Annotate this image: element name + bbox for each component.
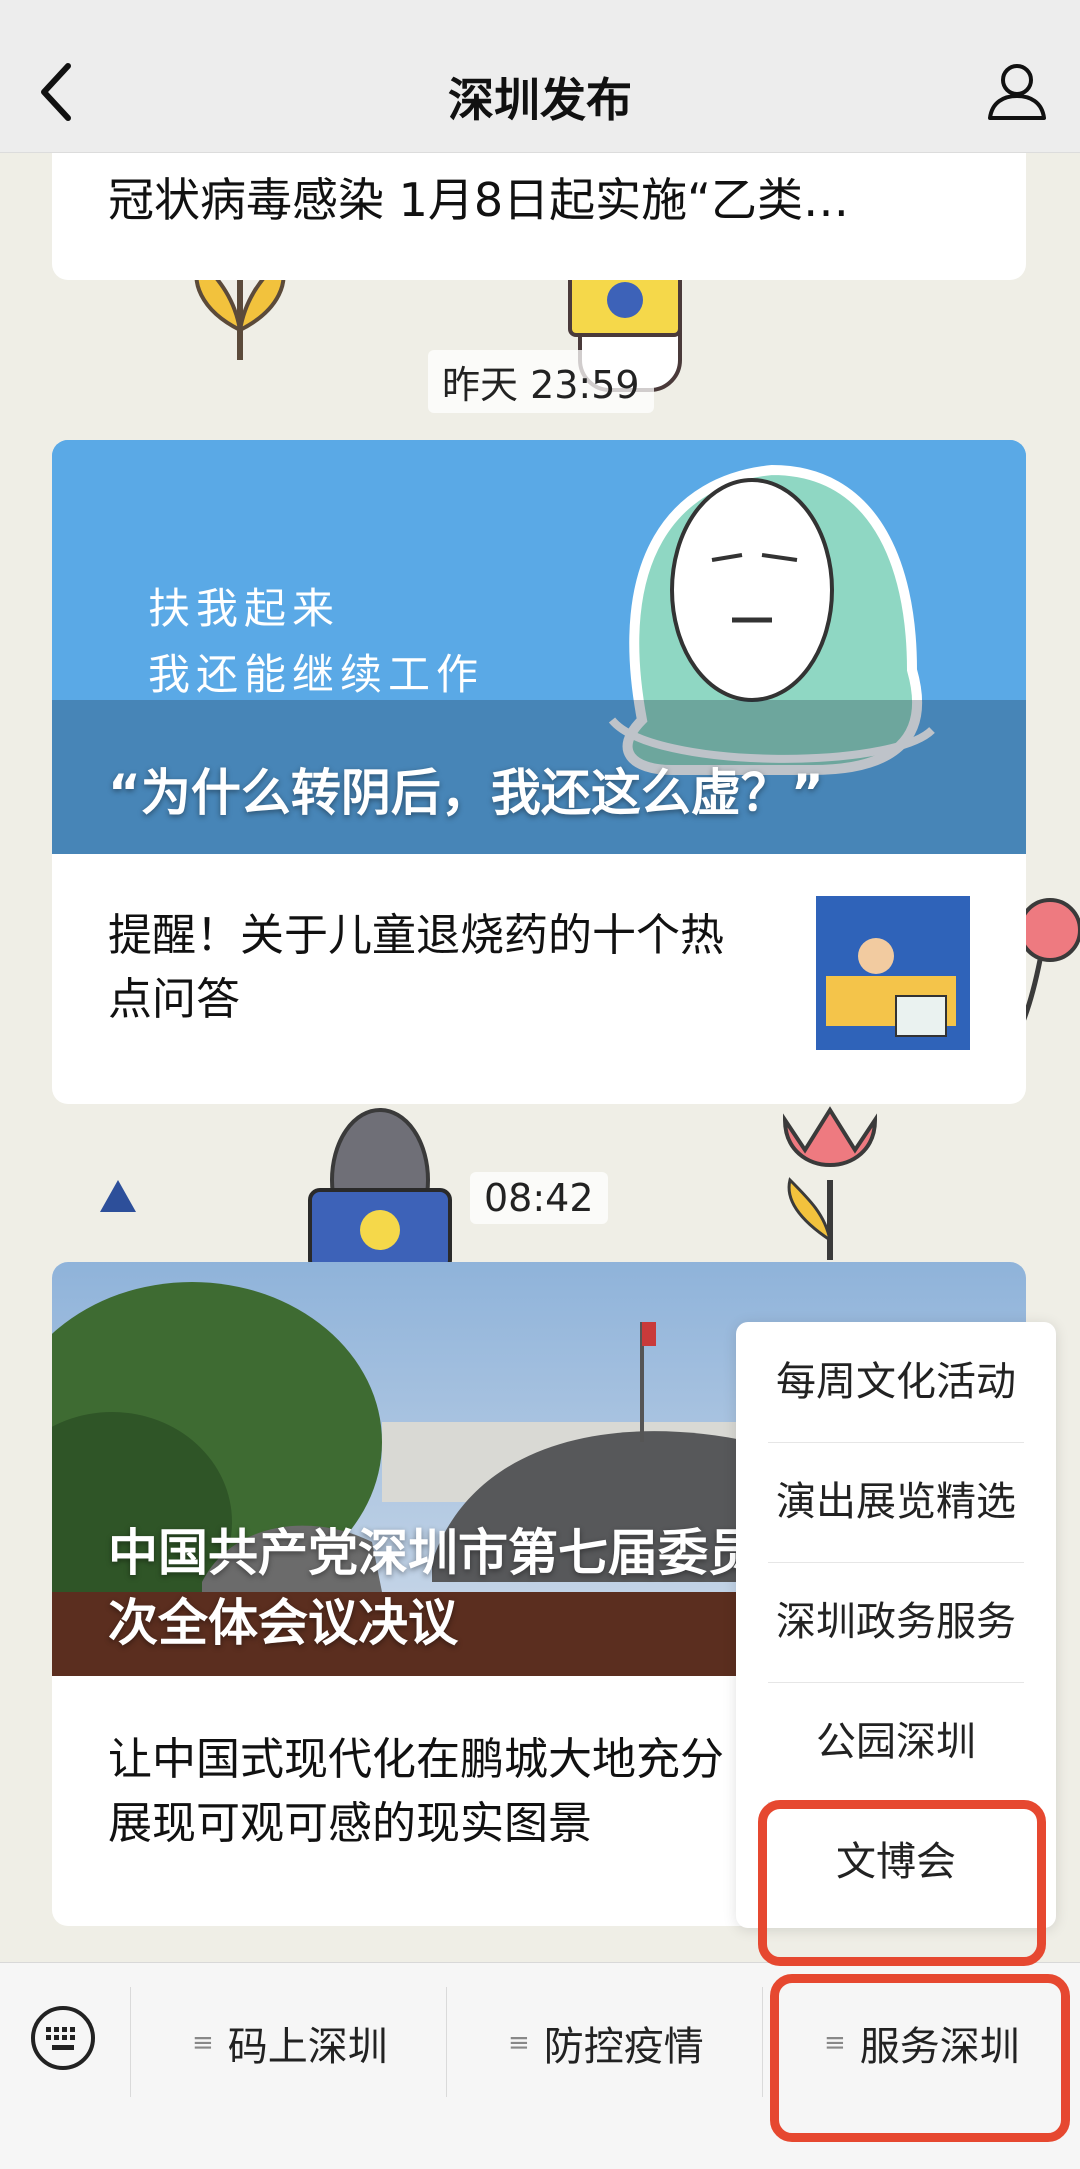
- menu-lines-icon: ≡: [192, 2028, 214, 2058]
- hero-caption-line1: 扶我起来: [148, 584, 341, 633]
- menu-item-gov-services[interactable]: 深圳政务服务: [768, 1562, 1024, 1683]
- tulip-doodle-icon: [782, 1106, 878, 1260]
- highlight-box-menu-item: [758, 1800, 1046, 1966]
- timestamp: 08:42: [470, 1172, 608, 1224]
- user-icon[interactable]: [984, 58, 1050, 124]
- hero-image[interactable]: 扶我起来 我还能继续工作 “为什么转阴后，我还这么虚？”: [52, 440, 1026, 854]
- timestamp: 昨天 23:59: [428, 350, 654, 413]
- menu-item-parks[interactable]: 公园深圳: [768, 1682, 1024, 1803]
- sub-article-title[interactable]: 提醒！关于儿童退烧药的十个热 点问答: [108, 904, 808, 1032]
- divider: [762, 1987, 763, 2097]
- sub-article-line1: 提醒！关于儿童退烧药的十个热: [108, 910, 724, 961]
- divider: [130, 1987, 131, 2097]
- menu-item-shows-exhibitions[interactable]: 演出展览精选: [768, 1442, 1024, 1563]
- menu-tab-label: 码上深圳: [227, 2024, 388, 2070]
- hero-title-line1: 中国共产党深圳市第七届委员: [108, 1524, 758, 1582]
- hero-title: 中国共产党深圳市第七届委员 次全体会议决议: [108, 1518, 758, 1658]
- menu-tab-code-shenzhen[interactable]: ≡ 码上深圳: [192, 2013, 388, 2073]
- sub-article-line2: 点问答: [108, 974, 240, 1025]
- hero-caption-line2: 我还能继续工作: [148, 650, 485, 699]
- menu-lines-icon: ≡: [508, 2028, 530, 2058]
- divider: [446, 1987, 447, 2097]
- triangle-doodle-icon: [100, 1180, 136, 1212]
- rabbit-doodle-icon: [308, 1108, 452, 1272]
- hero-title: “为什么转阴后，我还这么虚？”: [108, 764, 824, 822]
- page-title: 深圳发布: [448, 73, 632, 127]
- article-thumbnail[interactable]: [816, 896, 970, 1050]
- menu-tab-label: 防控疫情: [543, 2024, 704, 2070]
- hero-title-line2: 次全体会议决议: [108, 1594, 458, 1652]
- menu-item-weekly-culture[interactable]: 每周文化活动: [768, 1322, 1024, 1443]
- top-nav-bar: 深圳发布: [0, 0, 1080, 153]
- hero-caption: 扶我起来 我还能继续工作: [148, 576, 484, 708]
- highlight-box-bottom-tab: [770, 1974, 1070, 2142]
- keyboard-icon[interactable]: [30, 2005, 96, 2071]
- article-title: 冠状病毒感染 1月8日起实施“乙类…: [108, 173, 849, 227]
- article-card-2[interactable]: 扶我起来 我还能继续工作 “为什么转阴后，我还这么虚？” 提醒！关于儿童退烧药的…: [52, 440, 1026, 1104]
- menu-tab-epidemic-control[interactable]: ≡ 防控疫情: [508, 2013, 704, 2073]
